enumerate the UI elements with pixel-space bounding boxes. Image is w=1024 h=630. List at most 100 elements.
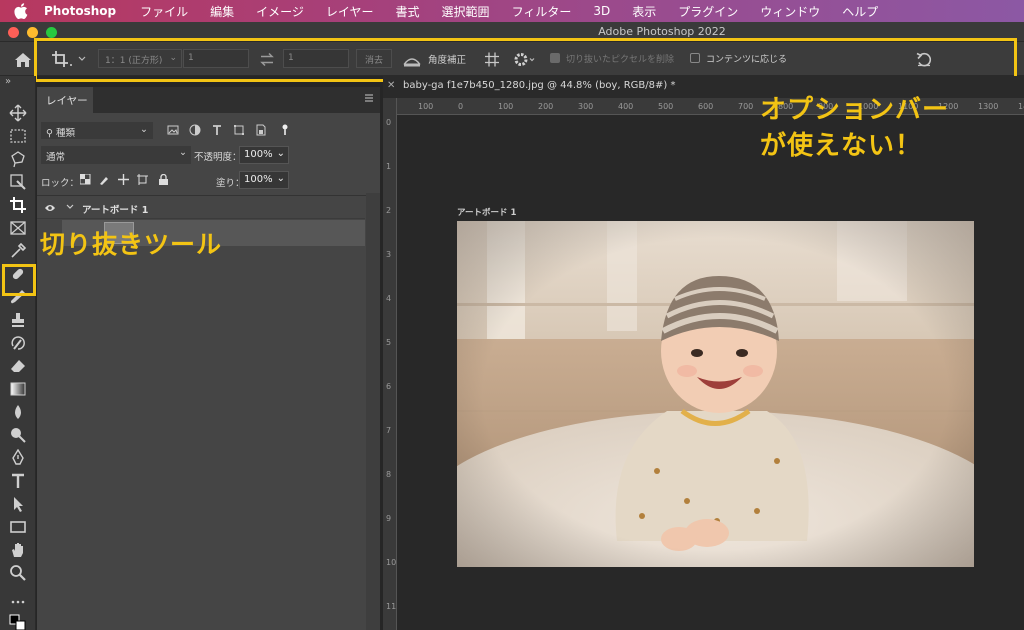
menu-3d[interactable]: 3D xyxy=(593,4,610,18)
ruler-tick-label: 400 xyxy=(618,102,634,111)
move-tool-icon[interactable] xyxy=(9,104,27,122)
adjustment-filter-icon[interactable] xyxy=(189,124,201,136)
menu-type[interactable]: 書式 xyxy=(396,3,420,20)
lock-all-icon[interactable] xyxy=(158,174,169,185)
crop-width-input[interactable]: 1 xyxy=(183,49,249,68)
type-tool-icon[interactable] xyxy=(9,472,27,490)
gradient-tool-icon[interactable] xyxy=(9,380,27,398)
blend-mode-select[interactable]: 通常 ⌄ xyxy=(41,146,191,164)
zoom-tool-icon[interactable] xyxy=(9,564,27,582)
opacity-input[interactable]: 100% ⌄ xyxy=(239,146,289,164)
eye-icon[interactable] xyxy=(44,203,56,213)
ruler-tick-label: 200 xyxy=(538,102,554,111)
ruler-tick-label: 5 xyxy=(386,338,392,347)
menu-image[interactable]: イメージ xyxy=(256,3,304,20)
options-bar-annotation: オプションバー が使えない！ xyxy=(760,92,949,164)
rectangle-tool-icon[interactable] xyxy=(9,518,27,536)
delete-cropped-pixels-checkbox[interactable]: 切り抜いたピクセルを削除 xyxy=(550,52,674,71)
lock-artboard-icon[interactable] xyxy=(137,174,148,185)
home-icon[interactable] xyxy=(12,50,34,70)
lock-position-icon[interactable] xyxy=(118,174,129,185)
chevron-down-icon: ⌄ xyxy=(169,53,177,63)
vertical-ruler[interactable]: 0 1 2 3 4 5 6 7 8 9 10 11 xyxy=(383,98,397,630)
crop-tool-icon[interactable] xyxy=(9,196,27,214)
reset-icon[interactable] xyxy=(914,50,934,69)
menu-filter[interactable]: フィルター xyxy=(512,3,572,20)
ruler-tick-label: 700 xyxy=(738,102,754,111)
content-aware-checkbox[interactable]: コンテンツに応じる xyxy=(690,52,787,71)
delete-cropped-label: 切り抜いたピクセルを削除 xyxy=(566,55,675,65)
clone-stamp-tool-icon[interactable] xyxy=(9,311,27,329)
straighten-icon[interactable] xyxy=(402,51,422,70)
image-filter-icon[interactable] xyxy=(167,124,179,136)
path-selection-tool-icon[interactable] xyxy=(9,495,27,513)
eyedropper-tool-icon[interactable] xyxy=(9,242,27,260)
blend-mode-value: 通常 xyxy=(46,152,66,163)
collapse-toolbar-icon[interactable]: » xyxy=(5,76,11,87)
history-brush-tool-icon[interactable] xyxy=(9,334,27,352)
layers-panel: レイヤー ⚲ 種類 ⌄ 通常 ⌄ 不透明度： 100% ⌄ ロック： 塗り： 100%… xyxy=(37,87,380,630)
artboard-label[interactable]: アートボード 1 xyxy=(457,206,516,218)
lock-transparent-pixels-icon[interactable] xyxy=(80,174,91,185)
panel-tab-bar: レイヤー xyxy=(37,87,380,113)
apple-icon[interactable] xyxy=(14,3,28,19)
layer-name[interactable]: アートボード 1 xyxy=(82,202,148,216)
layer-row-artboard[interactable]: アートボード 1 xyxy=(37,197,365,219)
straighten-label[interactable]: 角度補正 xyxy=(428,52,466,71)
crop-ratio-select[interactable]: 1：1 (正方形) ⌄ xyxy=(98,49,182,68)
layers-divider xyxy=(37,195,380,196)
options-bar-annotation-line2: が使えない！ xyxy=(760,131,923,161)
checkbox-icon xyxy=(690,53,700,63)
clear-button[interactable]: 消去 xyxy=(356,49,392,68)
menu-edit[interactable]: 編集 xyxy=(210,3,234,20)
chevron-down-icon[interactable] xyxy=(65,202,75,212)
color-swatches-icon[interactable] xyxy=(9,614,27,630)
panel-menu-icon[interactable] xyxy=(364,93,374,103)
window-title: Adobe Photoshop 2022 xyxy=(598,25,726,38)
crop-tool-preset-icon[interactable] xyxy=(50,48,90,70)
overlay-grid-icon[interactable] xyxy=(482,50,502,69)
shape-filter-icon[interactable] xyxy=(233,124,245,136)
type-filter-icon[interactable] xyxy=(211,124,223,136)
menu-select[interactable]: 選択範囲 xyxy=(442,3,490,20)
pen-tool-icon[interactable] xyxy=(9,448,27,467)
crop-height-input[interactable]: 1 xyxy=(283,49,349,68)
frame-tool-icon[interactable] xyxy=(9,219,27,237)
ruler-tick-label: 6 xyxy=(386,382,392,391)
menu-photoshop[interactable]: Photoshop xyxy=(44,4,116,18)
tab-layers[interactable]: レイヤー xyxy=(37,87,93,113)
chevron-down-icon[interactable]: ⌄ xyxy=(277,148,285,159)
lasso-tool-icon[interactable] xyxy=(9,150,27,168)
eraser-tool-icon[interactable] xyxy=(9,357,27,375)
menu-help[interactable]: ヘルプ xyxy=(842,3,878,20)
close-icon[interactable]: ✕ xyxy=(387,80,395,91)
ruler-tick-label: 100 xyxy=(498,102,514,111)
more-tools-icon[interactable] xyxy=(9,593,27,611)
ruler-tick-label: 8 xyxy=(386,470,392,479)
hand-tool-icon[interactable] xyxy=(9,541,27,559)
layer-filter-select[interactable]: ⚲ 種類 ⌄ xyxy=(41,122,153,139)
menu-layer[interactable]: レイヤー xyxy=(326,3,374,20)
menu-view[interactable]: 表示 xyxy=(632,3,656,20)
checkbox-checked-icon xyxy=(550,53,560,63)
menu-plugins[interactable]: プラグイン xyxy=(678,3,738,20)
gear-icon[interactable] xyxy=(512,50,536,69)
object-selection-tool-icon[interactable] xyxy=(9,173,27,191)
ruler-tick-label: 4 xyxy=(386,294,392,303)
menu-window[interactable]: ウィンドウ xyxy=(760,3,820,20)
ruler-tick-label: 500 xyxy=(658,102,674,111)
dodge-tool-icon[interactable] xyxy=(9,426,27,444)
lock-image-pixels-icon[interactable] xyxy=(99,174,110,185)
fill-input[interactable]: 100% ⌄ xyxy=(239,171,289,189)
swap-dimensions-icon[interactable] xyxy=(258,50,276,69)
blur-tool-icon[interactable] xyxy=(9,403,27,421)
ruler-tick-label: 0 xyxy=(458,102,464,111)
smart-object-filter-icon[interactable] xyxy=(255,124,267,136)
marquee-tool-icon[interactable] xyxy=(9,127,27,145)
document-tab[interactable]: baby-ga f1e7b450_1280.jpg @ 44.8% (boy, … xyxy=(403,80,675,91)
menu-file[interactable]: ファイル xyxy=(140,3,188,20)
filter-toggle-icon[interactable] xyxy=(279,124,291,136)
content-aware-label: コンテンツに応じる xyxy=(706,55,788,65)
layers-scrollbar[interactable] xyxy=(366,193,380,630)
chevron-down-icon[interactable]: ⌄ xyxy=(277,173,285,184)
